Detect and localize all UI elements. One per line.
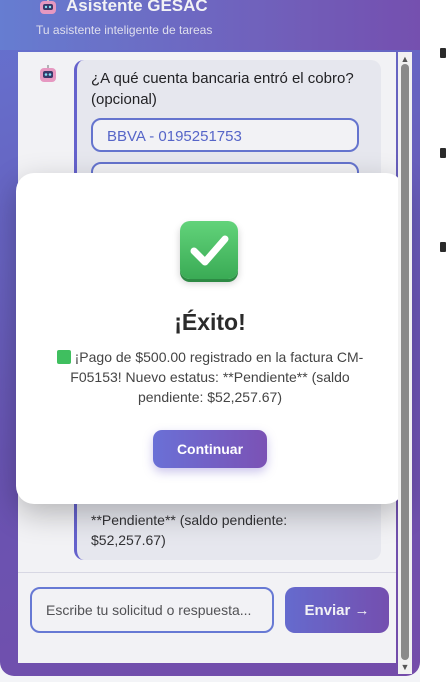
scrollbar-thumb[interactable] <box>401 64 409 660</box>
page-edge-mark <box>440 242 446 252</box>
modal-message: ¡Pago de $500.00 registrado en la factur… <box>46 347 374 407</box>
check-mark-icon <box>180 221 238 279</box>
page-edge-mark <box>440 48 446 58</box>
page-background-edge <box>420 0 446 682</box>
check-mark-icon <box>56 350 71 364</box>
modal-message-text: ¡Pago de $500.00 registrado en la factur… <box>70 349 364 405</box>
assistant-window: Asistente GESAC Tu asistente inteligente… <box>0 0 420 676</box>
scroll-down-arrow-icon[interactable]: ▼ <box>398 660 412 674</box>
scrollbar[interactable]: ▲ ▼ <box>398 52 412 674</box>
page-edge-mark <box>440 148 446 158</box>
success-modal: ¡Éxito! ¡Pago de $500.00 registrado en l… <box>16 173 404 504</box>
continue-button[interactable]: Continuar <box>153 430 267 468</box>
modal-title: ¡Éxito! <box>174 309 246 335</box>
